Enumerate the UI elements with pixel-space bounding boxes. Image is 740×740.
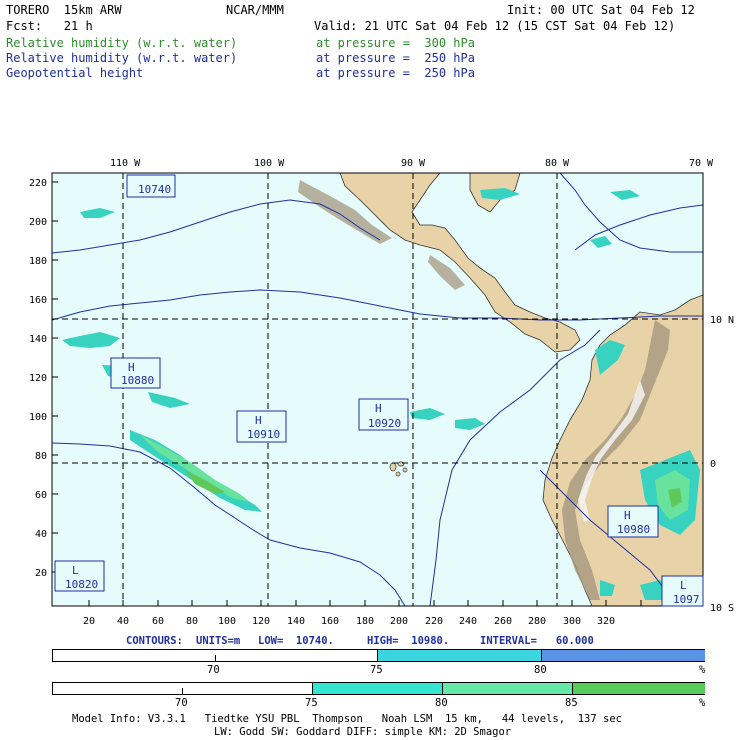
colorbar-segment xyxy=(312,683,443,694)
pressure-center-high: H 10920 xyxy=(358,398,409,431)
center-value: 10920 xyxy=(368,417,401,430)
top-axis-label: 80 W xyxy=(545,158,570,169)
bottom-axis-label: 140 xyxy=(287,616,305,627)
bottom-axis-label: 120 xyxy=(252,616,270,627)
contours-units: UNITS=m xyxy=(196,635,241,647)
pressure-center-high: H 10910 xyxy=(236,410,287,443)
right-axis-label: 0 xyxy=(710,459,716,470)
center-type: H xyxy=(375,402,382,415)
left-axis-label: 120 xyxy=(29,373,47,384)
pressure-center-low: L 1097 xyxy=(661,575,704,607)
colorbar-segment xyxy=(442,683,573,694)
contours-high: HIGH= 10980. xyxy=(367,635,450,647)
humidity-250-colorbar xyxy=(52,682,705,695)
bottom-axis-label: 220 xyxy=(425,616,443,627)
colorbar-segment xyxy=(541,650,705,661)
colorbar-tick xyxy=(182,688,183,694)
center-value: 1097 xyxy=(673,593,700,606)
bottom-axis-label: 20 xyxy=(83,616,95,627)
right-axis-label: 10 S xyxy=(710,603,734,614)
top-axis-label: 70 W xyxy=(689,158,714,169)
colorbar-250-tick-label: 70 xyxy=(175,697,188,709)
contours-low: LOW= 10740. xyxy=(258,635,334,647)
left-axis-label: 40 xyxy=(35,529,47,540)
center-type: H xyxy=(255,414,262,427)
left-axis-label: 100 xyxy=(29,412,47,423)
colorbar-tick xyxy=(215,655,216,661)
colorbar-segment xyxy=(572,683,705,694)
model-info-line2: LW: Godd SW: Goddard DIFF: simple KM: 2D… xyxy=(214,726,512,738)
colorbar-300-tick-label: 80 xyxy=(534,664,547,676)
center-type: L xyxy=(680,579,687,592)
center-value: 10740 xyxy=(138,183,171,196)
colorbar-300-tick-label: 70 xyxy=(207,664,220,676)
left-axis-label: 80 xyxy=(35,451,47,462)
center-type: L xyxy=(72,564,79,577)
colorbar-300-tick-label: 75 xyxy=(370,664,383,676)
left-axis-label: 60 xyxy=(35,490,47,501)
pressure-center-low: 10740 xyxy=(126,174,176,198)
left-axis-label: 140 xyxy=(29,334,47,345)
bottom-axis-label: 160 xyxy=(321,616,339,627)
humidity-300-colorbar xyxy=(52,649,705,662)
center-type: H xyxy=(624,509,631,522)
bottom-axis-label: 320 xyxy=(597,616,615,627)
right-axis-label: 10 N xyxy=(710,315,734,326)
contours-interval: INTERVAL= 60.000 xyxy=(480,635,594,647)
center-value: 10910 xyxy=(247,428,280,441)
bottom-axis-label: 200 xyxy=(390,616,408,627)
top-axis-label: 90 W xyxy=(401,158,426,169)
center-value: 10880 xyxy=(121,374,154,387)
top-axis-label: 100 W xyxy=(254,158,285,169)
center-value: 10980 xyxy=(617,523,650,536)
bottom-axis-label: 260 xyxy=(494,616,512,627)
center-value: 10820 xyxy=(65,578,98,591)
colorbar-250-unit: % xyxy=(699,697,706,709)
model-info-line1: Model Info: V3.3.1 Tiedtke YSU PBL Thomp… xyxy=(72,713,622,725)
left-axis-label: 180 xyxy=(29,256,47,267)
left-axis-label: 200 xyxy=(29,217,47,228)
bottom-axis-label: 300 xyxy=(563,616,581,627)
bottom-axis-label: 180 xyxy=(356,616,374,627)
colorbar-300-unit: % xyxy=(699,664,706,676)
left-axis-label: 220 xyxy=(29,178,47,189)
bottom-axis-label: 80 xyxy=(186,616,198,627)
weather-map: 110 W 100 W 90 W 80 W 70 W 10 N 0 10 S 2… xyxy=(29,158,734,627)
bottom-axis-label: 280 xyxy=(528,616,546,627)
left-axis-label: 160 xyxy=(29,295,47,306)
bottom-axis-label: 240 xyxy=(459,616,477,627)
pressure-center-high: H 10880 xyxy=(110,357,161,389)
colorbar-250-tick-label: 85 xyxy=(565,697,578,709)
bottom-axis-label: 100 xyxy=(218,616,236,627)
bottom-axis-label: 40 xyxy=(117,616,129,627)
top-axis-label: 110 W xyxy=(110,158,141,169)
contours-label: CONTOURS: xyxy=(126,635,183,647)
bottom-axis-label: 60 xyxy=(152,616,164,627)
center-type: H xyxy=(128,361,135,374)
colorbar-250-tick-label: 75 xyxy=(305,697,318,709)
pressure-center-low: L 10820 xyxy=(54,560,105,592)
colorbar-segment xyxy=(377,650,542,661)
left-axis-label: 20 xyxy=(35,568,47,579)
colorbar-250-tick-label: 80 xyxy=(435,697,448,709)
pressure-center-high: H 10980 xyxy=(607,505,659,538)
